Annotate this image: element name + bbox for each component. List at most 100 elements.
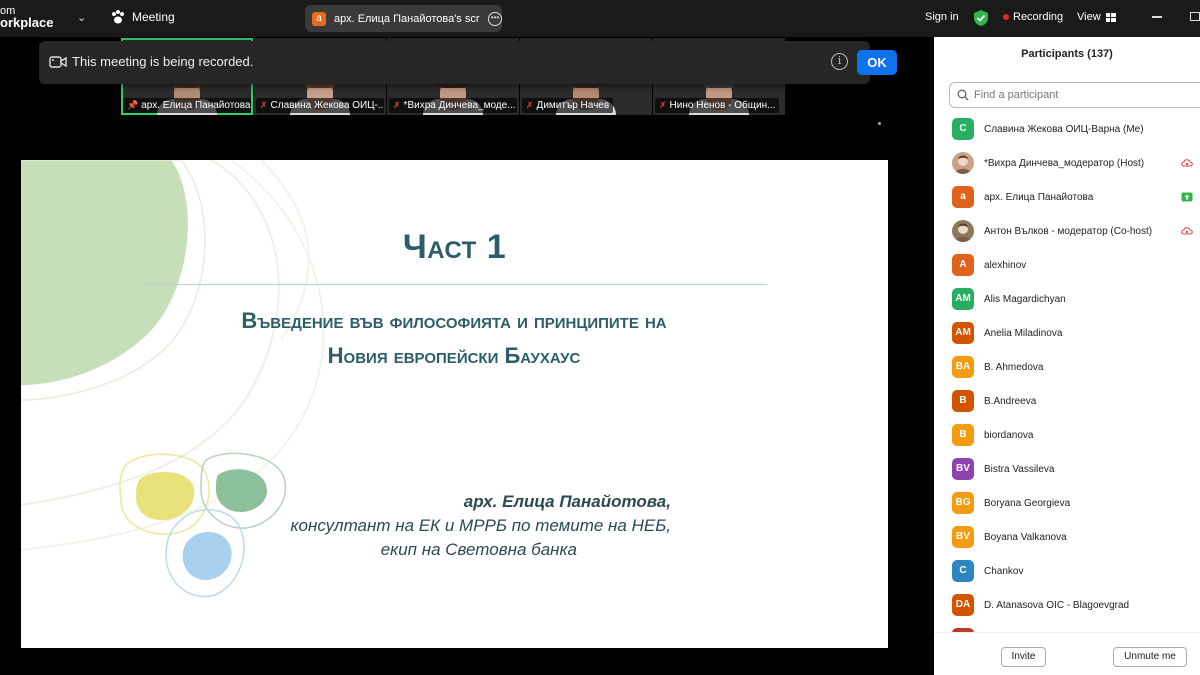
slide-author-line2: консултант на ЕК и МРРБ по темите на НЕБ… (290, 516, 671, 535)
participant-avatar: B (952, 390, 974, 412)
video-tile-name: арх. Елица Панайотова (141, 100, 251, 111)
invite-button[interactable]: Invite (1001, 647, 1046, 667)
screen-share-pill[interactable]: a арх. Елица Панайотова's screen ••• (305, 5, 502, 32)
video-tile-name: Нино Ненов - Общин... (669, 100, 776, 111)
video-camera-icon (49, 56, 67, 68)
slide-divider (141, 284, 767, 285)
participant-row[interactable]: B B.Andreeva (934, 384, 1200, 418)
participant-name: *Вихра Динчева_модератор (Host) (984, 157, 1145, 169)
participant-row[interactable]: BG Boryana Georgieva (934, 486, 1200, 520)
recording-dot-icon (1003, 14, 1009, 20)
participant-row[interactable]: DA D. Atanasova OIC - Blagoevgrad (934, 588, 1200, 622)
participant-name: D. Atanasova OIC - Blagoevgrad (984, 599, 1130, 611)
participant-name: Boyana Valkanova (984, 531, 1067, 543)
slide-title: Част 1 (402, 228, 507, 266)
grid-icon (1105, 12, 1116, 22)
view-menu[interactable]: View (1077, 11, 1116, 23)
slide-author-name: арх. Елица Панайотова, (463, 492, 671, 511)
participant-row[interactable]: C Славина Жекова ОИЦ-Варна (Me) (934, 112, 1200, 146)
participant-avatar: C (952, 560, 974, 582)
participant-name: Chankov (984, 565, 1024, 577)
slide-subtitle-line1: Въведение във философията и принципите н… (241, 308, 667, 333)
recording-notice-text: This meeting is being recorded. (72, 54, 254, 69)
participant-name: арх. Елица Панайотова (984, 191, 1094, 203)
share-status-dot (878, 122, 881, 125)
share-title: арх. Елица Панайотова's screen (334, 12, 480, 25)
presentation-slide: Част 1 Въведение във философията и принц… (21, 160, 888, 648)
participant-row[interactable]: BV Boyana Valkanova (934, 520, 1200, 554)
participant-row[interactable]: *Вихра Динчева_модератор (Host) (934, 146, 1200, 180)
participant-row[interactable]: C Chankov (934, 554, 1200, 588)
video-tile-label: ✗ Нино Ненов - Общин... (655, 98, 780, 113)
participant-avatar: a (952, 186, 974, 208)
info-icon[interactable]: i (831, 53, 848, 70)
chevron-down-icon[interactable]: ⌄ (77, 11, 86, 24)
video-tile-label: ✗ Димитър Начев (522, 98, 614, 113)
unmute-me-button[interactable]: Unmute me (1113, 647, 1187, 667)
minimize-window-icon[interactable] (1152, 16, 1162, 18)
sharer-avatar: a (312, 11, 326, 26)
more-options-icon[interactable]: ••• (488, 11, 502, 26)
participant-avatar: BV (952, 458, 974, 480)
participant-row[interactable]: BV Bistra Vassileva (934, 452, 1200, 486)
title-bar: om orkplace ⌄ Meeting a арх. Елица Панай… (0, 0, 1200, 37)
participant-avatar (952, 220, 974, 242)
participant-search-input[interactable]: Find a participant (949, 82, 1200, 108)
participant-name: Bistra Vassileva (984, 463, 1055, 475)
participant-list: C Славина Жекова ОИЦ-Варна (Me) *Вихра Дин… (934, 112, 1200, 632)
recording-notice-banner: This meeting is being recorded. i OK (39, 41, 897, 84)
participant-avatar: BA (952, 356, 974, 378)
participants-footer: Invite Unmute me (934, 632, 1200, 675)
participant-row[interactable]: Bbiordanova (934, 418, 1200, 452)
profile-photo-icon (955, 155, 971, 174)
paw-icon (112, 10, 124, 24)
slide-subtitle-line2: Новия европейски Баухаус (327, 343, 581, 368)
participant-avatar: BV (952, 526, 974, 548)
participant-name: Alis Magardichyan (984, 293, 1066, 305)
participant-avatar: BG (952, 492, 974, 514)
participant-name: Boryana Georgieva (984, 497, 1071, 509)
participant-avatar: AM (952, 288, 974, 310)
restore-window-icon[interactable] (1190, 12, 1200, 21)
participant-row[interactable]: Aalexhinov (934, 248, 1200, 282)
participant-row[interactable]: BA B. Ahmedova (934, 350, 1200, 384)
sign-in-button[interactable]: Sign in (925, 11, 959, 23)
screen-share-icon (1181, 192, 1193, 202)
participants-header: Participants (137) (1021, 48, 1113, 60)
participant-avatar: A (952, 254, 974, 276)
slide-author-line3: екип на Световна банка (380, 540, 577, 559)
video-tile-name: Димитър Начев (536, 100, 610, 111)
encryption-shield-icon[interactable] (973, 9, 989, 27)
recording-indicator[interactable]: Recording (1003, 11, 1063, 23)
participant-row[interactable]: Антон Вълков - модератор (Co-host) (934, 214, 1200, 248)
meeting-menu[interactable]: Meeting (110, 9, 175, 25)
cloud-recording-icon (1181, 159, 1193, 167)
slide-author-block: арх. Елица Панайотова, консултант на ЕК … (231, 490, 671, 562)
participant-row[interactable]: AM Anelia Miladinova (934, 316, 1200, 350)
mic-muted-icon: ✗ (260, 100, 268, 110)
video-tile-label: ✗ Славина Жекова ОИЦ-... (256, 98, 384, 113)
ok-button[interactable]: OK (857, 50, 897, 75)
participant-name: B.Andreeva (984, 395, 1037, 407)
participant-row[interactable]: a арх. Елица Панайотова (934, 180, 1200, 214)
participant-avatar: B (952, 424, 974, 446)
view-label: View (1077, 11, 1101, 23)
participants-panel: Participants (137) Find a participant CС… (934, 37, 1200, 675)
participant-avatar: DA (952, 594, 974, 616)
participant-name: alexhinov (984, 259, 1027, 271)
cloud-recording-icon (1181, 227, 1193, 235)
profile-photo-icon (955, 223, 971, 242)
participant-row[interactable]: AM Alis Magardichyan (934, 282, 1200, 316)
video-tile-name: *Вихра Динчева_моде... (403, 100, 516, 111)
brand-line2: orkplace (0, 15, 54, 30)
app-logo: om orkplace (0, 5, 53, 29)
slide-subtitle: Въведение във философията и принципите н… (141, 303, 767, 373)
video-tile-name: Славина Жекова ОИЦ-... (270, 100, 384, 111)
recording-label: Recording (1013, 11, 1064, 23)
participant-name: Anelia Miladinova (984, 327, 1063, 339)
participant-name: biordanova (984, 429, 1034, 441)
pin-icon: 📌 (127, 100, 139, 110)
participant-avatar: C (952, 118, 974, 140)
participant-name: Славина Жекова ОИЦ-Варна (Me) (984, 123, 1144, 135)
video-tile-label: ✗ *Вихра Динчева_моде... (389, 98, 517, 113)
